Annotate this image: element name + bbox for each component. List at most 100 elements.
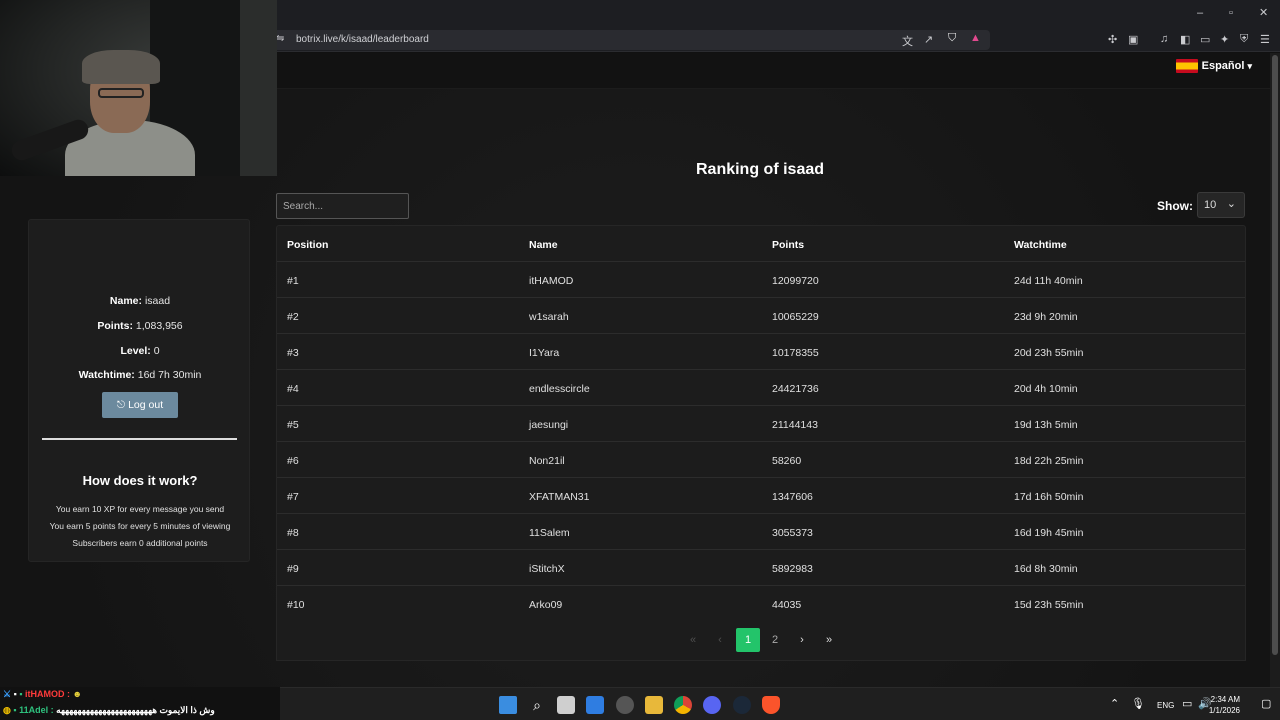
network-icon[interactable]: ▭ (1182, 697, 1192, 710)
wallet-icon[interactable]: ▭ (1200, 33, 1210, 46)
cell-points: 5892983 (772, 563, 813, 575)
chat-username: itHAMOD : (25, 689, 71, 699)
first-page-button[interactable]: « (681, 628, 705, 652)
file-explorer-icon[interactable] (645, 696, 663, 714)
maximize-icon[interactable]: ▫ (1229, 7, 1233, 19)
table-row: #2 w1sarah 10065229 23d 9h 20min (277, 298, 1245, 334)
cell-name: 11Salem (529, 527, 570, 539)
search-input[interactable] (276, 193, 409, 219)
tray-chevron-up-icon[interactable]: ⌃ (1110, 697, 1119, 710)
table-row: #9 iStitchX 5892983 16d 8h 30min (277, 550, 1245, 586)
site-settings-icon[interactable]: ⇋ (276, 33, 284, 44)
cell-position: #5 (287, 419, 299, 431)
logout-button[interactable]: ⎋ Log out (102, 392, 178, 418)
how-line: You earn 5 points for every 5 minutes of… (49, 521, 231, 531)
webcam-background-wall (240, 0, 277, 176)
column-header-name[interactable]: Name (529, 239, 558, 251)
user-name-line: Name: isaad (109, 295, 171, 307)
prev-page-button[interactable]: ‹ (708, 628, 732, 652)
screenshot-icon[interactable]: ▣ (1128, 33, 1138, 46)
table-row: #4 endlesscircle 24421736 20d 4h 10min (277, 370, 1245, 406)
language-selector[interactable]: Español ▾ (1175, 59, 1252, 73)
next-page-button[interactable]: › (790, 628, 814, 652)
notifications-icon[interactable]: ▢ (1261, 697, 1271, 710)
chrome-icon[interactable] (674, 696, 692, 714)
page-button-2[interactable]: 2 (763, 628, 787, 652)
brave-icon[interactable] (762, 696, 780, 714)
clock-date: 1/1/2026 (1208, 706, 1240, 715)
cell-name: jaesungi (529, 419, 569, 431)
brave-shield-icon[interactable]: ⛉ (948, 32, 956, 45)
cell-watchtime: 23d 9h 20min (1014, 311, 1078, 323)
cell-position: #2 (287, 311, 299, 323)
page-size-select[interactable]: 10 ⌄ (1197, 192, 1245, 218)
cell-name: Arko09 (529, 599, 563, 611)
cell-position: #3 (287, 347, 299, 359)
minimize-icon[interactable]: – (1197, 7, 1203, 19)
show-label: Show: (1157, 199, 1193, 213)
cell-position: #8 (287, 527, 299, 539)
translate-icon[interactable]: 文 (902, 33, 913, 49)
obs-icon[interactable] (616, 696, 634, 714)
cell-name: iStitchX (529, 563, 565, 575)
vpn-icon[interactable]: ⛨ (1240, 33, 1248, 46)
column-header-points[interactable]: Points (772, 239, 804, 251)
cell-watchtime: 15d 23h 55min (1014, 599, 1084, 611)
cell-points: 3055373 (772, 527, 813, 539)
cell-position: #4 (287, 383, 299, 395)
task-view-icon[interactable] (557, 696, 575, 714)
scrollbar-thumb[interactable] (1272, 55, 1278, 655)
brave-rewards-icon[interactable]: ▲ (970, 32, 981, 44)
share-icon[interactable]: ↗ (924, 33, 933, 46)
moderator-badge-icon: ⚔ (3, 689, 12, 699)
cell-watchtime: 18d 22h 25min (1014, 455, 1084, 467)
user-points-line: Points: 1,083,956 (97, 320, 183, 332)
cell-points: 10065229 (772, 311, 819, 323)
leaderboard-table: Position Name Points Watchtime #1 itHAMO… (276, 225, 1246, 661)
chevron-down-icon: ⌄ (1226, 198, 1236, 210)
last-page-button[interactable]: » (817, 628, 841, 652)
cell-points: 12099720 (772, 275, 819, 287)
extensions-icon[interactable]: ✣ (1108, 33, 1117, 46)
chat-overlay: ⚔ ▪ ▪ itHAMOD : ☻ ◍ ▪ 11Adel : وش ذا الا… (0, 687, 280, 720)
page-scrollbar[interactable] (1270, 53, 1280, 687)
microphone-icon[interactable]: 🎙 (1131, 697, 1145, 710)
cell-position: #10 (287, 599, 305, 611)
music-icon[interactable]: ♫ (1160, 33, 1168, 45)
cell-name: I1Yara (529, 347, 560, 359)
logout-label: Log out (128, 399, 164, 411)
cell-position: #1 (287, 275, 299, 287)
store-icon[interactable] (586, 696, 604, 714)
language-indicator[interactable]: ENG (1157, 701, 1174, 710)
webcam-person-glasses (98, 88, 144, 98)
steam-icon[interactable] (733, 696, 751, 714)
chat-message: ⚔ ▪ ▪ itHAMOD : ☻ (3, 689, 82, 700)
menu-icon[interactable]: ☰ (1260, 33, 1270, 46)
page-button-1[interactable]: 1 (736, 628, 760, 652)
table-row: #8 11Salem 3055373 16d 19h 45min (277, 514, 1245, 550)
webcam-person-headset (82, 50, 160, 84)
windows-taskbar: ⌕ ⌃ 🎙 ENG ▭ 🔊 2:34 AM 1/1/2026 ▢ (280, 687, 1280, 720)
search-icon[interactable]: ⌕ (528, 696, 546, 714)
discord-icon[interactable] (703, 696, 721, 714)
how-it-works-title: How does it work? (82, 473, 198, 488)
address-bar[interactable]: ⇋ botrix.live/k/isaad/leaderboard 文 ↗ ⛉ … (270, 30, 990, 50)
clock[interactable]: 2:34 AM 1/1/2026 (1209, 694, 1240, 716)
how-line: Subscribers earn 0 additional points (72, 538, 208, 548)
leo-ai-icon[interactable]: ✦ (1220, 33, 1229, 46)
cell-watchtime: 20d 23h 55min (1014, 347, 1084, 359)
column-header-watchtime[interactable]: Watchtime (1014, 239, 1067, 251)
cell-position: #7 (287, 491, 299, 503)
chevron-down-icon: ▾ (1247, 60, 1252, 71)
logout-icon: ⎋ (116, 399, 126, 411)
cell-points: 21144143 (772, 419, 818, 431)
close-icon[interactable]: ✕ (1259, 6, 1268, 19)
table-row: #5 jaesungi 21144143 19d 13h 5min (277, 406, 1245, 442)
user-watchtime-line: Watchtime: 16d 7h 30min (78, 369, 202, 381)
column-header-position[interactable]: Position (287, 239, 328, 251)
emote-icon: ☻ (72, 689, 83, 699)
start-icon[interactable] (499, 696, 517, 714)
table-row: #3 I1Yara 10178355 20d 23h 55min (277, 334, 1245, 370)
cell-name: itHAMOD (529, 275, 574, 287)
sidebar-icon[interactable]: ◧ (1180, 33, 1190, 46)
